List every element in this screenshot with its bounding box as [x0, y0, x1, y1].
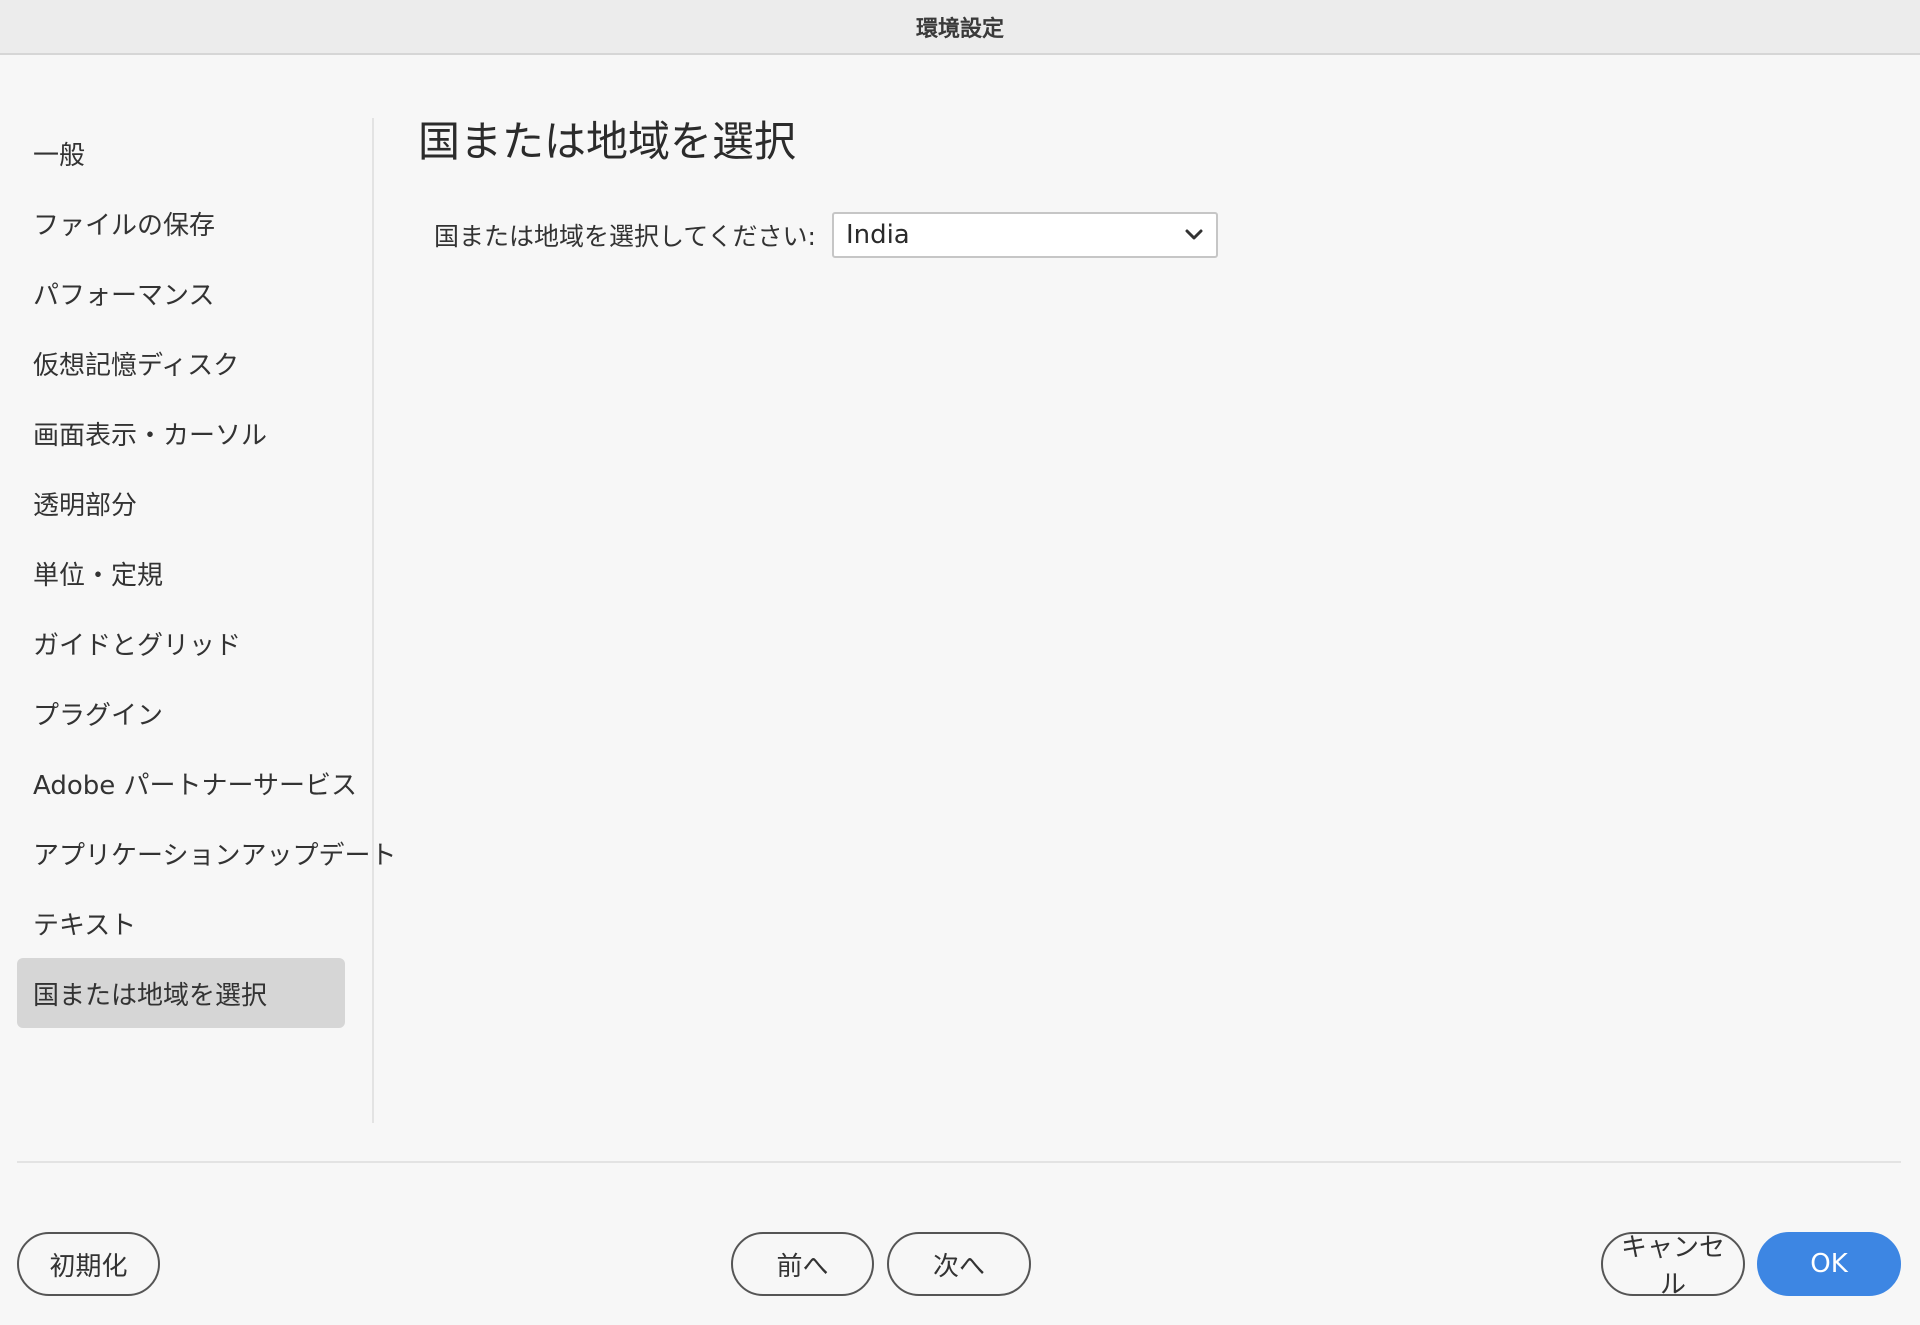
country-region-label: 国または地域を選択してください: — [434, 222, 816, 251]
cancel-button[interactable]: キャンセル — [1601, 1232, 1745, 1300]
window-titlebar: 環境設定 — [0, 0, 1920, 55]
sidebar-item-country-region[interactable]: 国または地域を選択 — [17, 958, 345, 1028]
previous-button[interactable]: 前へ — [731, 1232, 874, 1296]
footer-divider — [17, 1161, 1901, 1163]
sidebar-item-display-cursors[interactable]: 画面表示・カーソル — [17, 398, 345, 468]
page-title: 国または地域を選択 — [418, 117, 797, 166]
country-region-selected-value: India — [845, 220, 910, 250]
ok-button[interactable]: OK — [1757, 1232, 1901, 1296]
sidebar-item-app-updates[interactable]: アプリケーションアップデート — [17, 818, 396, 888]
sidebar: 一般 ファイルの保存 パフォーマンス 仮想記憶ディスク 画面表示・カーソル 透明… — [17, 118, 396, 1028]
chevron-down-icon — [1184, 225, 1204, 245]
window-title: 環境設定 — [915, 16, 1004, 42]
next-button[interactable]: 次へ — [887, 1232, 1031, 1296]
country-region-select[interactable]: India — [831, 212, 1218, 258]
country-region-field: 国または地域を選択してください: India — [434, 212, 1218, 258]
sidebar-item-general[interactable]: 一般 — [17, 118, 345, 188]
sidebar-item-transparency[interactable]: 透明部分 — [17, 468, 345, 538]
reset-button[interactable]: 初期化 — [17, 1232, 160, 1296]
sidebar-item-adobe-partner-services[interactable]: Adobe パートナーサービス — [17, 748, 357, 818]
sidebar-item-guides-grid[interactable]: ガイドとグリッド — [17, 608, 345, 678]
sidebar-item-text[interactable]: テキスト — [17, 888, 345, 958]
sidebar-item-units-rulers[interactable]: 単位・定規 — [17, 538, 345, 608]
sidebar-item-plugins[interactable]: プラグイン — [17, 678, 345, 748]
sidebar-item-performance[interactable]: パフォーマンス — [17, 258, 345, 328]
sidebar-item-scratch-disks[interactable]: 仮想記憶ディスク — [17, 328, 345, 398]
sidebar-item-file-handling[interactable]: ファイルの保存 — [17, 188, 345, 258]
sidebar-divider — [372, 118, 374, 1123]
